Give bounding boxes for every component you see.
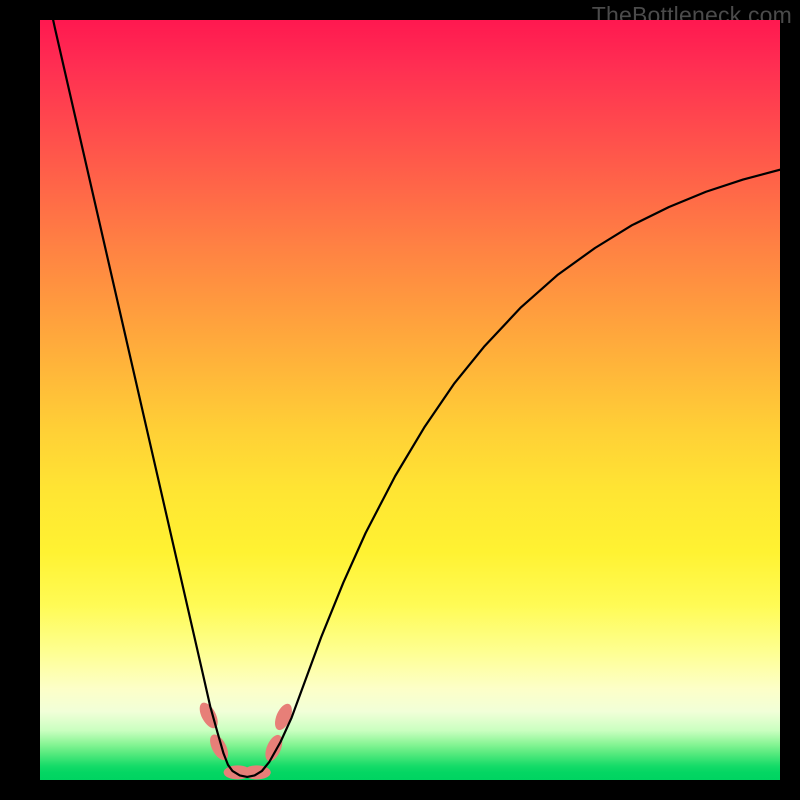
- bottleneck-curve: [40, 20, 780, 777]
- chart-container: TheBottleneck.com: [0, 0, 800, 800]
- chart-svg: [40, 20, 780, 780]
- plot-area: [40, 20, 780, 780]
